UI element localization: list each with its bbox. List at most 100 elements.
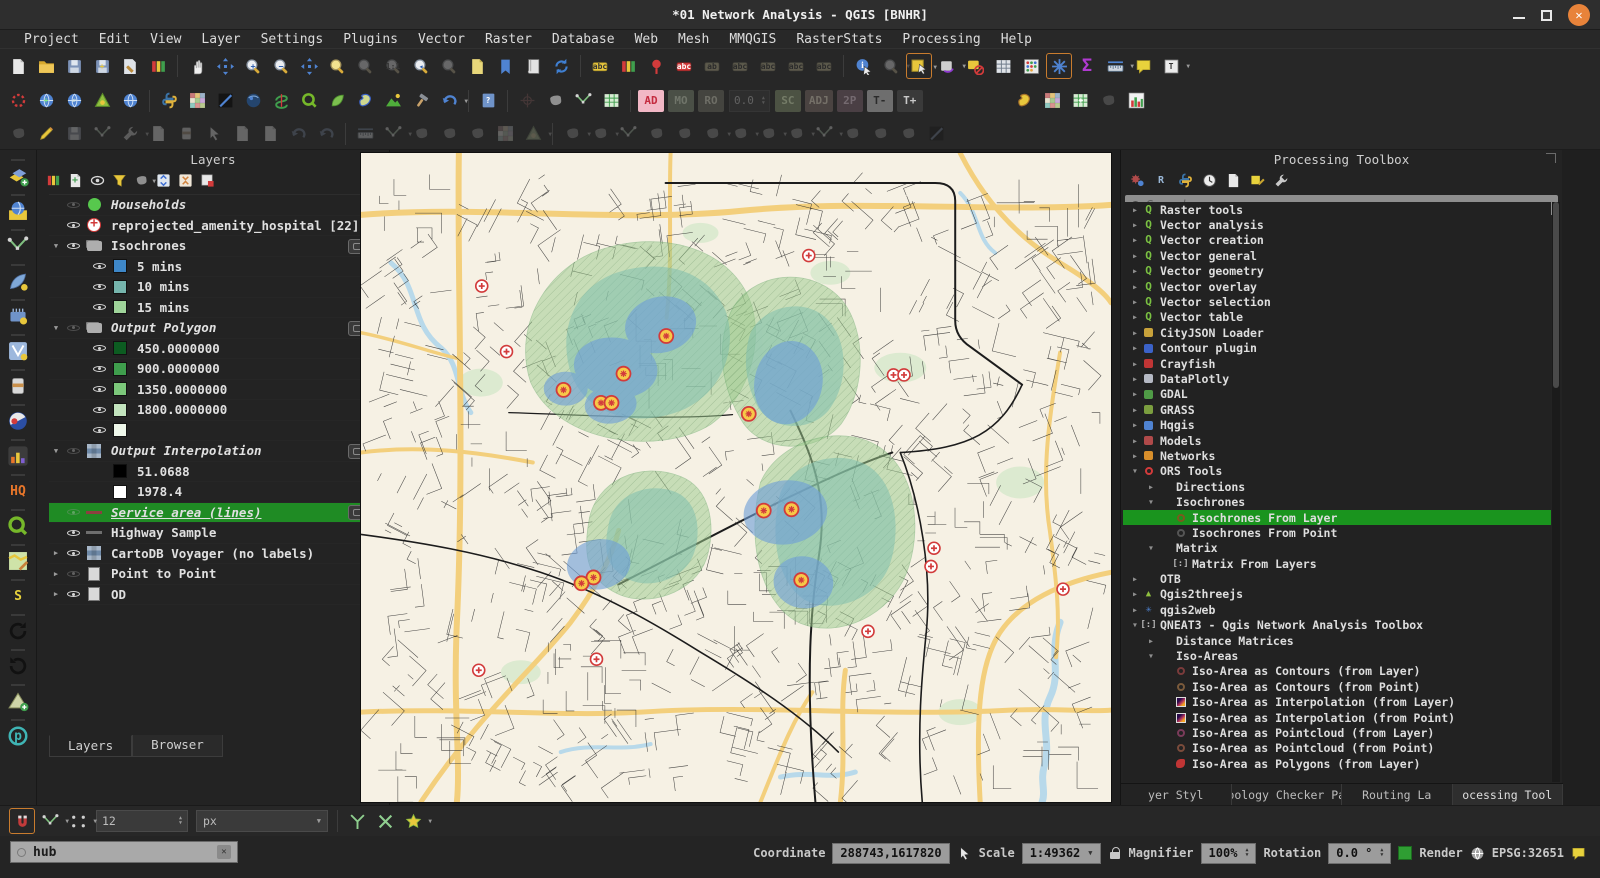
move-feature-icon[interactable] [408,121,434,147]
processing-tool-row[interactable]: ▶Directions [1123,479,1551,494]
rotate-symbols-icon[interactable]: ▼ [755,121,781,147]
measure-icon[interactable]: ▼ [1102,53,1128,79]
crs-globe-icon[interactable] [1470,846,1485,861]
close-line-icon[interactable] [895,121,921,147]
open-attribute-table-icon[interactable] [990,53,1016,79]
processing-tool-row[interactable]: ▶QVector general [1123,248,1551,263]
processing-tool-row[interactable]: Iso-Area as Interpolation (from Layer) [1123,695,1551,710]
layer-row[interactable]: ▶450.0000000 [49,339,378,360]
visibility-eye-icon[interactable] [66,219,81,232]
modify-attributes-icon[interactable] [145,121,171,147]
edit-in-place-icon[interactable] [1247,170,1267,190]
zoom-next-icon[interactable] [352,53,378,79]
layer-row[interactable]: ▶51.0688 [49,462,378,483]
visibility-eye-icon[interactable] [66,321,81,334]
processing-tool-row[interactable]: Isochrones From Layer [1123,510,1551,525]
undo-edit-icon[interactable] [285,121,311,147]
processing-tool-row[interactable]: ▶QVector analysis [1123,217,1551,232]
expander-icon[interactable]: ▶ [1129,206,1141,214]
expander-icon[interactable]: ▶ [49,549,63,557]
show-bookmarks-icon[interactable] [520,53,546,79]
topological-editing-icon[interactable] [344,808,370,834]
terrain-icon[interactable] [380,88,406,114]
zoom-out-icon[interactable]: − [268,53,294,79]
expander-icon[interactable]: ▶ [1129,221,1141,229]
processing-tool-row[interactable]: ▶Hqgis [1123,417,1551,432]
panel-tab-browser[interactable]: Browser [132,735,223,757]
maximize-button[interactable] [1541,10,1552,21]
expander-icon[interactable]: ▶ [1129,437,1141,445]
zoom-last-icon[interactable] [324,53,350,79]
expander-icon[interactable]: ▶ [1129,360,1141,368]
visibility-eye-icon[interactable] [66,588,81,601]
processing-tool-row[interactable]: ▼Isochrones [1123,494,1551,509]
add-part-icon[interactable]: ▼ [520,121,546,147]
merge-features-icon[interactable]: ▼ [699,121,725,147]
models-menu-icon[interactable] [1127,170,1147,190]
visibility-eye-icon[interactable] [92,403,107,416]
menu-project[interactable]: Project [14,32,89,47]
processing-tool-row[interactable]: ▶QVector selection [1123,294,1551,309]
collapse-all-icon[interactable] [175,170,195,190]
processing-tool-row[interactable]: ▶DataPlotly [1123,371,1551,386]
expander-icon[interactable]: ▶ [1129,267,1141,275]
digitizing-adj-button[interactable]: ADJ [805,90,833,112]
add-ring-icon[interactable] [492,121,518,147]
remove-layer-icon[interactable] [197,170,217,190]
osm-place-search-icon[interactable] [117,88,143,114]
visibility-eye-icon[interactable] [66,506,81,519]
semiautomatic-classification-icon[interactable]: S [4,582,32,610]
layer-row[interactable]: ▶CartoDB Voyager (no labels) [49,544,378,565]
coordinate-field[interactable]: 288743,1617820 [832,843,949,864]
expander-icon[interactable]: ▼ [49,447,63,455]
sld4raster-icon[interactable] [1040,88,1066,114]
pan-to-selection-icon[interactable] [212,53,238,79]
serial-plugin-icon[interactable] [4,302,32,330]
expander-icon[interactable]: ▼ [49,324,63,332]
zoom-selection-icon[interactable]: ◂ [408,53,434,79]
menu-raster[interactable]: Raster [475,32,542,47]
select-by-expression-icon[interactable]: ▼ [934,53,960,79]
cad-tools-icon[interactable] [352,121,378,147]
menu-mesh[interactable]: Mesh [668,32,719,47]
rotate-ccw-icon[interactable] [4,652,32,680]
layer-row[interactable]: ▶1978.4 [49,482,378,503]
contour-icon[interactable] [352,88,378,114]
expand-all-icon[interactable] [153,170,173,190]
rotate-feature-icon[interactable] [436,121,462,147]
histogram-icon[interactable] [1124,88,1150,114]
osm-search-icon[interactable] [4,512,32,540]
digitize-plugin-icon[interactable] [4,337,32,365]
crosshair-icon[interactable] [514,88,540,114]
snapping-mode-icon[interactable]: ▼ [37,808,63,834]
menu-edit[interactable]: Edit [89,32,140,47]
python-scripts-icon[interactable] [1175,170,1195,190]
reshape-icon[interactable] [615,121,641,147]
new-project-icon[interactable] [5,53,31,79]
label-properties-icon[interactable]: abc [811,53,837,79]
menu-settings[interactable]: Settings [251,32,334,47]
trim-extend-icon[interactable]: ▼ [811,121,837,147]
dock-tab[interactable]: Routing La [1342,784,1453,805]
expander-icon[interactable]: ▶ [1129,590,1141,598]
expander-icon[interactable]: ▼ [49,242,63,250]
identify-features-icon[interactable] [850,53,876,79]
expander-icon[interactable]: ▼ [1145,498,1157,506]
expander-icon[interactable]: ▶ [1129,313,1141,321]
processing-tool-row[interactable]: ▶CityJSON Loader [1123,325,1551,340]
project-properties-icon[interactable] [117,53,143,79]
processing-tool-row[interactable]: ▶Models [1123,433,1551,448]
paste-features-icon[interactable] [257,121,283,147]
expander-icon[interactable]: ▶ [1129,298,1141,306]
enable-snapping-icon[interactable] [9,808,35,834]
zoom-full-icon[interactable] [296,53,322,79]
processing-toolbox-icon[interactable] [1046,53,1072,79]
expander-icon[interactable]: ▶ [1129,236,1141,244]
add-delaunay-icon[interactable] [4,687,32,715]
render-checkbox[interactable] [1398,846,1412,860]
sketch-icon[interactable] [4,267,32,295]
visibility-eye-icon[interactable] [92,342,107,355]
expander-icon[interactable]: ▶ [1129,421,1141,429]
menu-layer[interactable]: Layer [191,32,250,47]
expander-icon[interactable]: ▼ [1129,621,1141,629]
